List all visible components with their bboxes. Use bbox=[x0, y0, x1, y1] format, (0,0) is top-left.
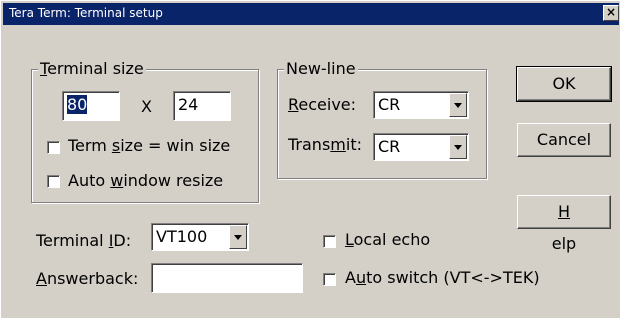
help-button[interactable]: Help bbox=[517, 195, 611, 253]
transmit-label: Transmit: bbox=[288, 135, 362, 154]
auto-switch-label[interactable]: Auto switch (VT<->TEK) bbox=[345, 268, 540, 288]
title-bar[interactable]: Tera Term: Terminal setup × bbox=[3, 3, 619, 25]
ok-button[interactable]: OK bbox=[516, 66, 612, 102]
terminal-height-input[interactable]: 24 bbox=[173, 91, 231, 121]
auto-window-resize-checkbox[interactable] bbox=[47, 175, 60, 188]
terminal-id-label: Terminal ID: bbox=[36, 231, 132, 250]
terminal-size-group-title: Terminal size bbox=[38, 59, 146, 79]
answerback-label: Answerback: bbox=[36, 269, 139, 288]
close-button[interactable]: × bbox=[603, 5, 619, 21]
chevron-down-icon[interactable] bbox=[449, 135, 467, 159]
window-title: Tera Term: Terminal setup bbox=[9, 6, 163, 20]
chevron-down-icon[interactable] bbox=[449, 93, 467, 117]
transmit-select[interactable]: CR bbox=[373, 133, 469, 161]
terminal-width-input[interactable]: 80 bbox=[62, 91, 120, 121]
local-echo-checkbox[interactable] bbox=[323, 235, 336, 248]
size-separator: X bbox=[141, 97, 152, 116]
terminal-setup-dialog: Tera Term: Terminal setup × Terminal siz… bbox=[0, 0, 620, 318]
new-line-group: New-line bbox=[277, 59, 487, 179]
auto-switch-checkbox[interactable] bbox=[323, 273, 336, 286]
cancel-button[interactable]: Cancel bbox=[517, 123, 611, 157]
chevron-down-icon[interactable] bbox=[229, 225, 247, 249]
term-size-win-size-label[interactable]: Term size = win size bbox=[68, 136, 230, 156]
receive-select[interactable]: CR bbox=[373, 91, 469, 119]
answerback-input[interactable] bbox=[151, 263, 303, 293]
terminal-id-select[interactable]: VT100 bbox=[151, 223, 249, 251]
auto-window-resize-label[interactable]: Auto window resize bbox=[68, 171, 223, 191]
term-size-win-size-checkbox[interactable] bbox=[47, 141, 60, 154]
local-echo-label[interactable]: Local echo bbox=[345, 230, 430, 250]
new-line-group-title: New-line bbox=[284, 59, 358, 79]
close-icon: × bbox=[605, 5, 617, 19]
receive-label: Receive: bbox=[288, 95, 357, 114]
